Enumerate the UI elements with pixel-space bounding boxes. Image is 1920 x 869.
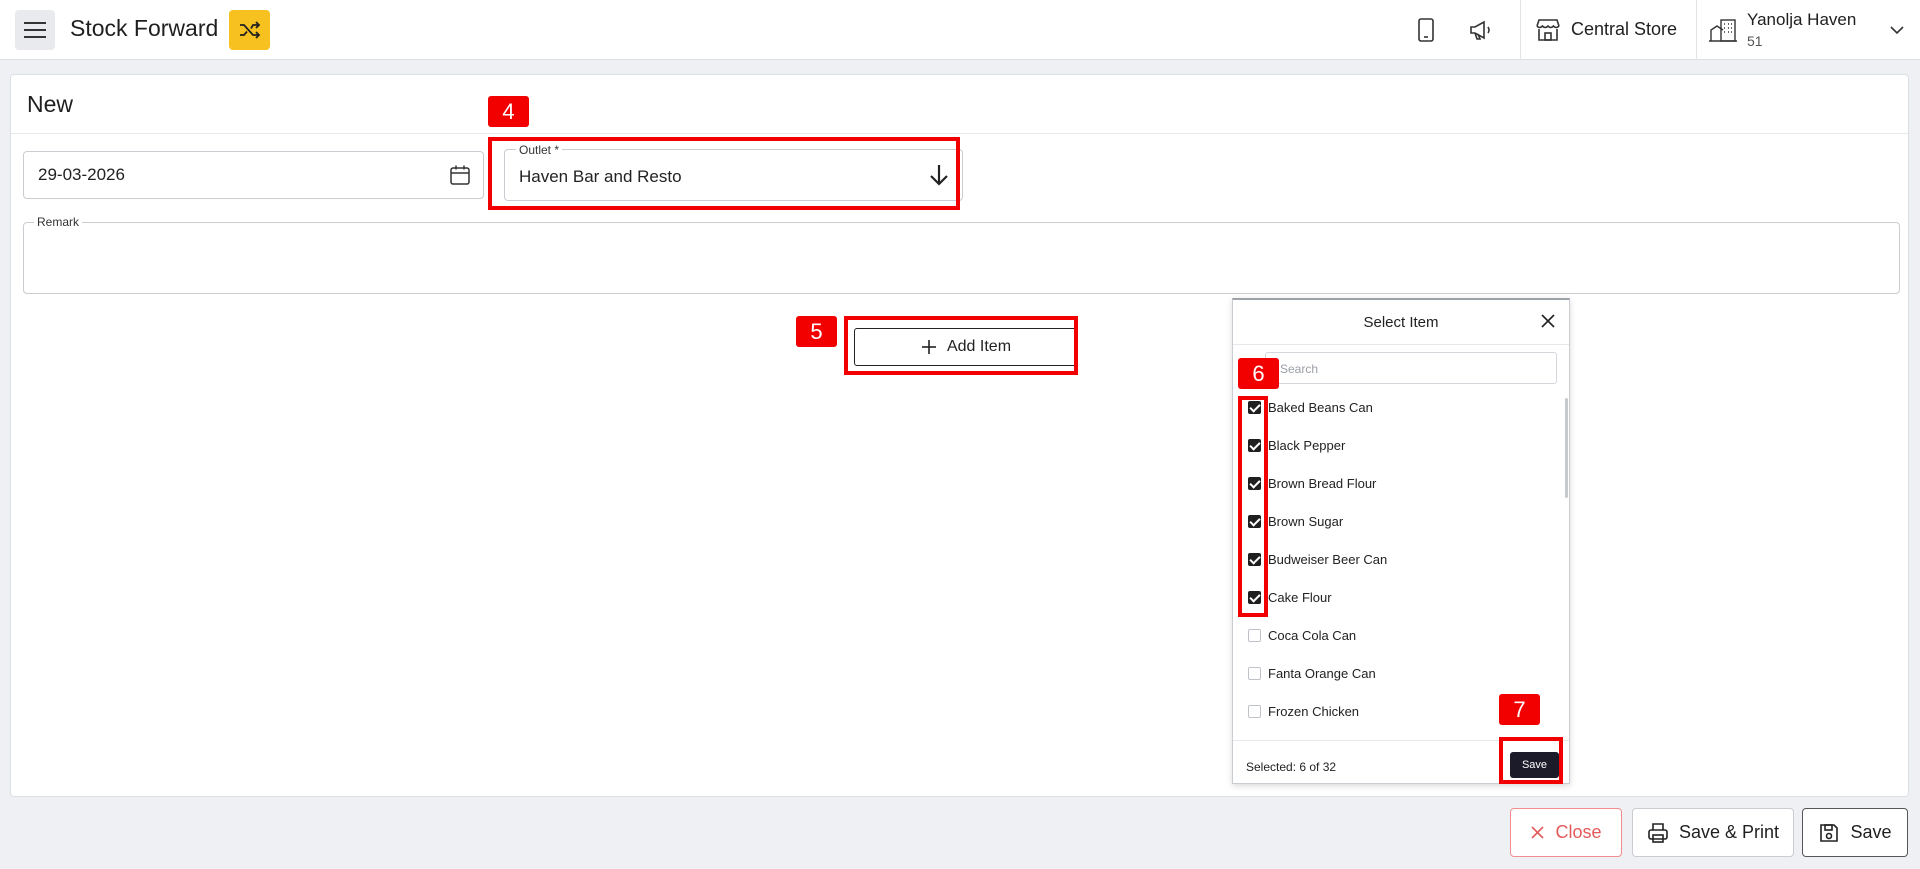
item-label: Cake Flour [1268, 589, 1332, 605]
search-placeholder: Search [1280, 362, 1319, 376]
hamburger-icon [24, 22, 46, 38]
list-item[interactable]: Fanta Orange Can [1233, 658, 1553, 688]
date-value: 29-03-2026 [38, 165, 125, 184]
popup-title: Select Item [1363, 314, 1439, 331]
item-label: Fanta Orange Can [1268, 665, 1376, 681]
list-item[interactable]: Black Pepper [1233, 430, 1553, 460]
remark-field[interactable]: Remark [23, 215, 1900, 294]
list-item[interactable]: Cake Flour [1233, 582, 1553, 612]
date-field[interactable]: 29-03-2026 [23, 151, 484, 199]
header-divider [1696, 0, 1697, 60]
item-label: Coca Cola Can [1268, 627, 1357, 643]
annotation-box-4 [488, 137, 960, 210]
close-icon [1531, 826, 1545, 839]
item-label: Brown Sugar [1268, 513, 1344, 529]
close-label: Close [1555, 822, 1602, 842]
menu-button[interactable] [15, 10, 55, 50]
hotel-name[interactable]: Yanolja Haven [1747, 10, 1856, 30]
shuffle-icon [239, 21, 260, 39]
annotation-box-7 [1499, 737, 1563, 784]
annotation-badge-4: 4 [488, 96, 529, 127]
annotation-box-5 [844, 316, 1078, 375]
remark-label: Remark [34, 215, 83, 229]
list-item[interactable]: Budweiser Beer Can [1233, 544, 1553, 574]
scrollbar-thumb[interactable] [1565, 398, 1568, 498]
building-icon [1708, 15, 1738, 45]
annotation-badge-5: 5 [796, 316, 837, 347]
list-item[interactable]: Coca Cola Can [1233, 620, 1553, 650]
checkbox[interactable] [1248, 666, 1261, 680]
store-icon [1533, 15, 1563, 45]
item-label: Baked Beans Can [1268, 399, 1373, 415]
selected-count: Selected: 6 of 32 [1246, 760, 1337, 774]
chevron-down-icon[interactable] [1882, 15, 1912, 45]
divider [1233, 344, 1569, 345]
app-title: Stock Forward [70, 15, 219, 41]
megaphone-icon[interactable] [1466, 15, 1496, 45]
mobile-icon[interactable] [1411, 15, 1441, 45]
list-item[interactable]: Brown Bread Flour [1233, 468, 1553, 498]
header-divider [1520, 0, 1521, 60]
floppy-icon [1820, 823, 1839, 842]
store-name[interactable]: Central Store [1571, 19, 1677, 40]
switch-button[interactable] [229, 10, 270, 50]
divider [11, 133, 1908, 134]
hotel-id: 51 [1747, 33, 1763, 49]
item-list: Baked Beans Can Black Pepper Brown Bread F… [1233, 392, 1563, 732]
calendar-icon[interactable] [449, 164, 471, 186]
checkbox[interactable] [1248, 628, 1261, 642]
checkbox[interactable] [1248, 704, 1261, 718]
list-item[interactable]: Brown Sugar [1233, 506, 1553, 536]
save-print-label: Save & Print [1678, 822, 1780, 842]
page-title: New [27, 91, 74, 117]
annotation-badge-6: 6 [1238, 358, 1279, 389]
top-bar: Stock Forward Central Store Yanolja Have… [0, 0, 1920, 60]
close-icon[interactable] [1539, 312, 1557, 330]
close-button[interactable]: Close [1510, 808, 1622, 857]
save-label: Save [1850, 822, 1892, 842]
search-input[interactable]: Search [1265, 352, 1557, 384]
annotation-badge-7: 7 [1499, 694, 1540, 725]
annotation-box-6 [1238, 396, 1268, 617]
item-label: Budweiser Beer Can [1268, 551, 1388, 567]
item-label: Frozen Chicken [1268, 703, 1360, 719]
item-label: Black Pepper [1268, 437, 1346, 453]
item-label: Brown Bread Flour [1268, 475, 1377, 491]
save-print-button[interactable]: Save & Print [1632, 808, 1794, 857]
list-item[interactable]: Baked Beans Can [1233, 392, 1553, 422]
printer-icon [1648, 822, 1668, 843]
save-button[interactable]: Save [1802, 808, 1908, 857]
